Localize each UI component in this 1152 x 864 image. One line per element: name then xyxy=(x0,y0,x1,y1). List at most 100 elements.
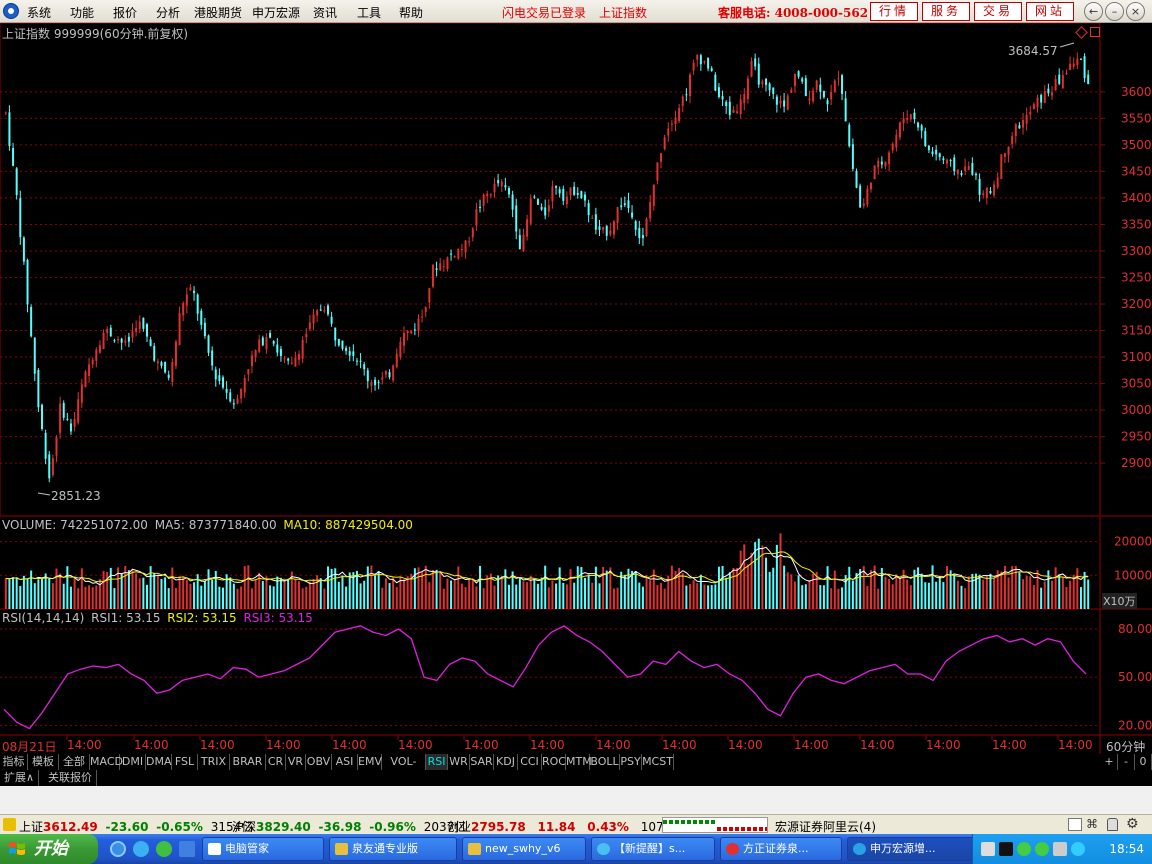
price-axis-label: 3550 xyxy=(1121,111,1152,125)
indicator-tab-asi[interactable]: ASI xyxy=(332,754,358,770)
rsi-axis-label: 50.00 xyxy=(1118,670,1152,684)
flash-trade-status[interactable]: 闪电交易已登录 xyxy=(502,4,586,21)
candle-body xyxy=(898,122,901,138)
ie-quicklaunch-icon[interactable] xyxy=(110,841,126,857)
layout-icon[interactable] xyxy=(1068,818,1082,831)
taskbar-window-founder-securities[interactable]: 方正证券泉... xyxy=(720,837,842,861)
related-quotes-tab[interactable]: 关联报价 xyxy=(44,770,97,786)
taskbar-window-quanyoutong[interactable]: 泉友通专业版 xyxy=(329,837,457,861)
candle-body xyxy=(533,196,536,198)
indicator-tab-psy[interactable]: PSY xyxy=(620,754,642,770)
period-selector[interactable]: 60分钟 xyxy=(1106,738,1145,755)
candle-body xyxy=(1050,92,1053,96)
taskbar-window-swhy[interactable]: 申万宏源增... xyxy=(847,837,975,861)
menu-item-swhy[interactable]: 申万宏源 xyxy=(252,4,300,21)
tray-network-icon[interactable] xyxy=(981,842,995,856)
lock-icon[interactable] xyxy=(1107,818,1118,831)
zoom-out-button[interactable]: - xyxy=(1118,754,1135,770)
start-label: 开始 xyxy=(34,839,68,859)
tray-shield-icon[interactable] xyxy=(1071,842,1085,856)
candle-body xyxy=(355,360,358,362)
candle-body xyxy=(381,377,384,380)
indicator-tab-emv[interactable]: EMV xyxy=(358,754,382,770)
tray-alert-icon[interactable] xyxy=(999,842,1013,856)
volume-header: VOLUME: 742251072.00 MA5: 873771840.00 M… xyxy=(2,518,413,532)
indicator-tab-trix[interactable]: TRIX xyxy=(198,754,230,770)
menu-item-analysis[interactable]: 分析 xyxy=(156,4,180,21)
candle-body xyxy=(406,330,409,334)
sh-index-quote[interactable]: 上证3612.49 -23.60 -0.65% 3154亿 xyxy=(19,818,253,835)
chart-restore-icon[interactable] xyxy=(1090,27,1100,37)
indicator-tab-obv[interactable]: OBV xyxy=(306,754,332,770)
tray-back-icon[interactable] xyxy=(1017,842,1031,856)
menu-item-tools[interactable]: 工具 xyxy=(357,4,381,21)
candle-body xyxy=(942,158,945,161)
candle-body xyxy=(127,336,130,342)
service-button[interactable]: 服务 xyxy=(922,2,970,21)
indicator-tab-kdj[interactable]: KDJ xyxy=(494,754,518,770)
candle-body xyxy=(562,188,565,201)
app-logo-icon[interactable] xyxy=(3,3,19,19)
minimize-icon[interactable]: – xyxy=(1105,2,1124,21)
indicator-tab-brar[interactable]: BRAR xyxy=(230,754,266,770)
indicator-tab-cci[interactable]: CCI xyxy=(518,754,542,770)
taskbar-window-reminder[interactable]: 【新提醒】s... xyxy=(591,837,715,861)
menu-item-hk-futures[interactable]: 港股期货 xyxy=(194,4,242,21)
candle-body xyxy=(931,151,934,154)
taskbar-window-pc-manager[interactable]: 电脑管家 xyxy=(202,837,324,861)
start-button[interactable]: 开始 xyxy=(0,834,98,864)
time-axis-tick: 14:00 xyxy=(728,738,763,752)
indicator-tab-全部[interactable]: 全部 xyxy=(59,754,90,770)
tray-volume-icon[interactable] xyxy=(1053,842,1067,856)
candle-body xyxy=(261,337,264,346)
back-icon[interactable]: ← xyxy=(1084,2,1103,21)
indicator-tab-dmi[interactable]: DMI xyxy=(120,754,146,770)
settings-icon[interactable]: ⚙ xyxy=(1126,816,1139,832)
indicator-tab-模板[interactable]: 模板 xyxy=(28,754,59,770)
indicator-tab-rsi[interactable]: RSI xyxy=(426,754,448,770)
expand-tab[interactable]: 扩展∧ xyxy=(0,770,40,786)
menu-item-function[interactable]: 功能 xyxy=(70,4,94,21)
rsi3-value: RSI3: 53.15 xyxy=(243,611,313,625)
menu-item-help[interactable]: 帮助 xyxy=(399,4,423,21)
indicator-tab-vr[interactable]: VR xyxy=(286,754,306,770)
close-icon[interactable]: × xyxy=(1126,2,1145,21)
tray-play-icon[interactable] xyxy=(1035,842,1049,856)
hs-index-quote[interactable]: 沪深3829.40 -36.98 -0.96% 2037亿 xyxy=(232,818,466,835)
trade-button[interactable]: 交易 xyxy=(974,2,1022,21)
cy-index-quote[interactable]: 创业2795.78 11.84 0.43% 1077亿 xyxy=(447,818,683,835)
candle-body xyxy=(207,335,210,353)
price-axis-label: 2950 xyxy=(1121,430,1152,444)
candle-body xyxy=(873,165,876,180)
desktop-quicklaunch-icon[interactable] xyxy=(179,841,195,857)
indicator-tab-boll[interactable]: BOLL xyxy=(590,754,620,770)
zoom-in-button[interactable]: + xyxy=(1101,754,1118,770)
indicator-tab-wr[interactable]: WR xyxy=(448,754,470,770)
candle-body xyxy=(174,341,177,366)
taskbar-window-new-swhy[interactable]: new_swhy_v6 xyxy=(462,837,586,861)
chart-area[interactable]: 2900 2950 3000 3050 3100 3150 3200 3250 3300 3350… xyxy=(0,23,1152,754)
menu-item-news[interactable]: 资讯 xyxy=(313,4,337,21)
indicator-tab-vol-tdx[interactable]: VOL-TDX xyxy=(382,754,426,784)
indicator-tab-mtm[interactable]: MTM xyxy=(566,754,592,770)
candle-body xyxy=(612,221,615,235)
indicator-tab-mcst[interactable]: MCST xyxy=(642,754,674,770)
indicator-tab-macd[interactable]: MACD xyxy=(90,754,123,770)
refresh-quicklaunch-icon[interactable] xyxy=(156,841,172,857)
website-button[interactable]: 网站 xyxy=(1026,2,1074,21)
indicator-tab-dma[interactable]: DMA xyxy=(146,754,172,770)
quotes-button[interactable]: 行情 xyxy=(870,2,918,21)
chart-canvas[interactable]: 2900 2950 3000 3050 3100 3150 3200 3250 3300 3350… xyxy=(0,23,1152,754)
candle-body xyxy=(403,333,406,346)
menu-item-quote[interactable]: 报价 xyxy=(113,4,137,21)
cloud-server-status[interactable]: 宏源证券阿里云(4) xyxy=(775,818,876,835)
browser-quicklaunch-icon[interactable] xyxy=(133,841,149,857)
candle-body xyxy=(149,339,152,347)
indicator-tab-cr[interactable]: CR xyxy=(266,754,286,770)
indicator-tab-指标[interactable]: 指标 xyxy=(0,754,28,770)
indicator-tab-sar[interactable]: SAR xyxy=(470,754,494,770)
reset-button[interactable]: 0 xyxy=(1135,754,1152,770)
indicator-tab-fsl[interactable]: FSL xyxy=(172,754,198,770)
indicator-tab-roc[interactable]: ROC xyxy=(542,754,566,770)
menu-item-system[interactable]: 系统 xyxy=(27,4,51,21)
